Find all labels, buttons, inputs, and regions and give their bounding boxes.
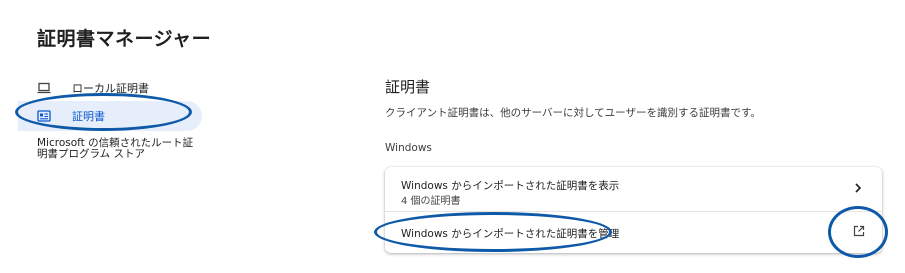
group-label-windows: Windows (385, 142, 432, 154)
certificate-card-icon (37, 110, 51, 122)
chevron-right-icon (855, 183, 862, 193)
page-title: 証明書マネージャー (37, 28, 212, 50)
sidebar-item-label: 証明書 (72, 110, 105, 123)
laptop-icon (37, 82, 51, 94)
sidebar-item-label: ローカル証明書 (72, 82, 149, 95)
row-title: Windows からインポートされた証明書を管理 (401, 228, 620, 240)
sidebar-item-certificates[interactable]: 証明書 (18, 101, 202, 131)
view-imported-certificates-row[interactable]: Windows からインポートされた証明書を表示 4 個の証明書 (385, 167, 882, 212)
sidebar-item-local-certificates[interactable]: ローカル証明書 (18, 80, 202, 96)
row-subtitle: 4 個の証明書 (401, 196, 461, 207)
sidebar-item-label-line2: 明書プログラム ストア (37, 148, 146, 160)
row-title: Windows からインポートされた証明書を表示 (401, 180, 620, 192)
open-in-new-icon (853, 225, 865, 237)
section-title: 証明書 (385, 78, 431, 96)
manage-imported-certificates-row[interactable]: Windows からインポートされた証明書を管理 (385, 211, 882, 253)
sidebar-item-microsoft-root-store[interactable]: Microsoft の信頼されたルート証 明書プログラム ストア (37, 138, 207, 160)
section-description: クライアント証明書は、他のサーバーに対してユーザーを識別する証明書です。 (385, 107, 761, 119)
windows-certificates-card: Windows からインポートされた証明書を表示 4 個の証明書 Windows… (385, 167, 882, 253)
